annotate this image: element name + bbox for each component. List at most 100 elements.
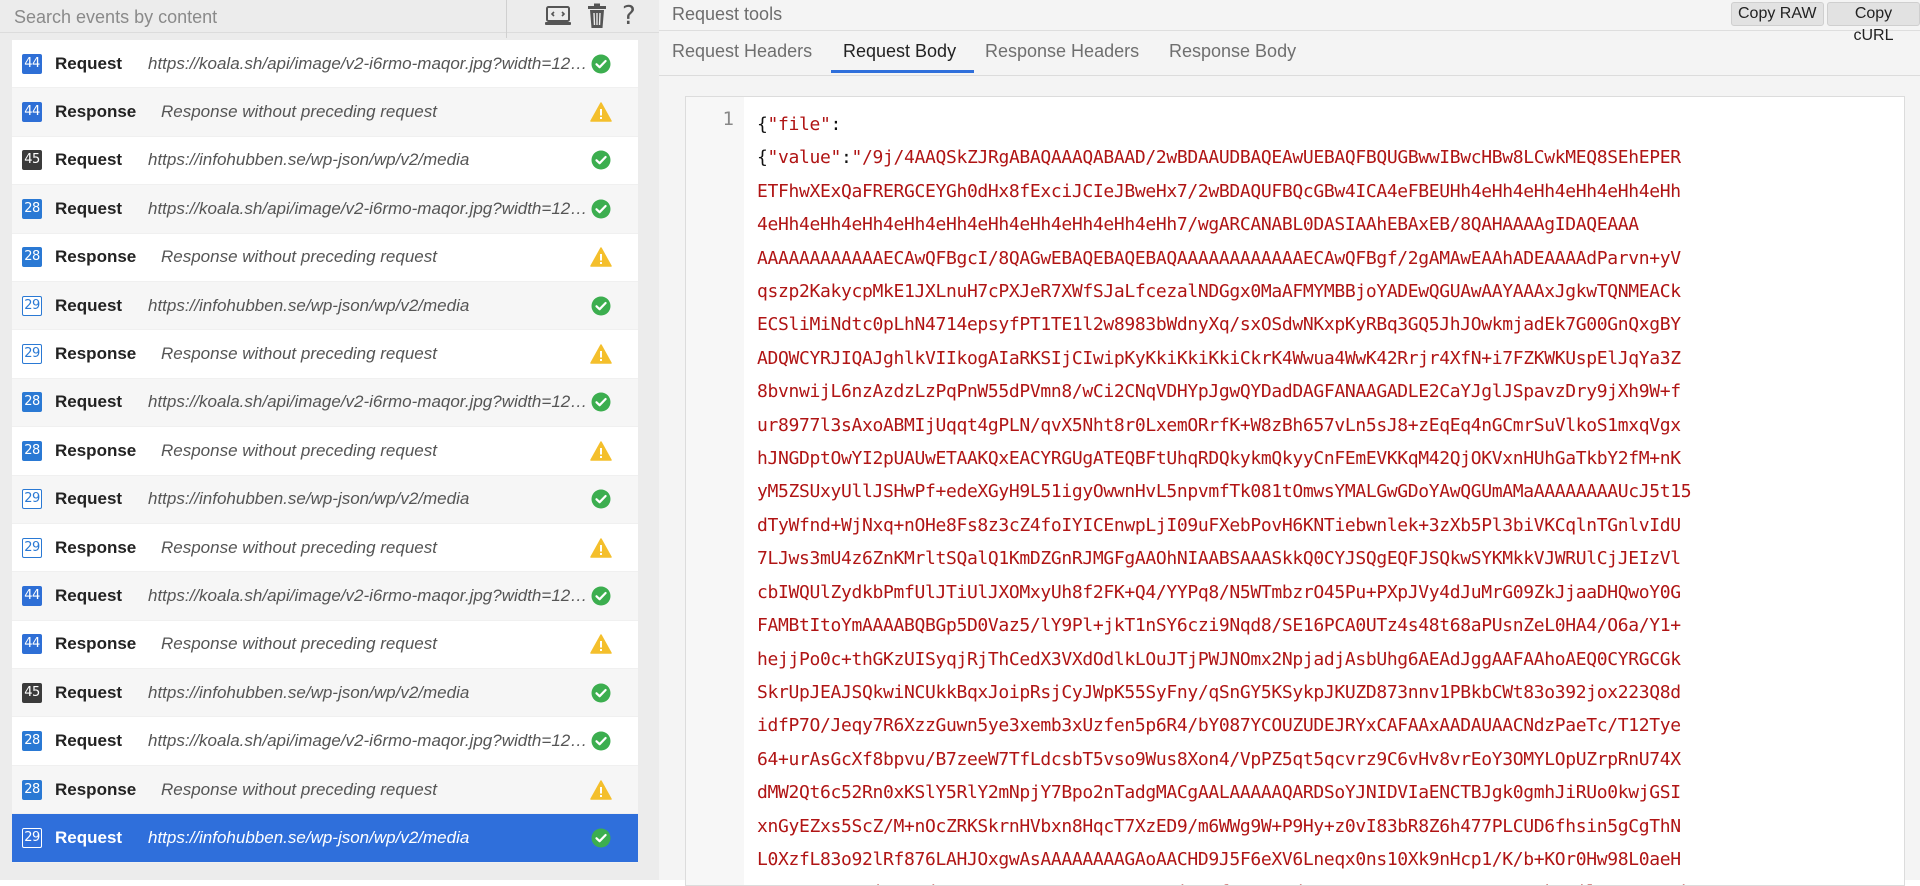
warning-icon: [590, 246, 612, 268]
screen-icon[interactable]: [544, 3, 572, 29]
code-line: dTyWfnd+WjNxq+nOHe8Fs8z3cZ4foIYICEnwpLjI…: [757, 514, 1681, 536]
event-type-label: Request: [55, 150, 123, 170]
event-type-label: Request: [55, 489, 123, 509]
event-row[interactable]: 29 Request https://infohubben.se/wp-json/w…: [12, 475, 638, 524]
json-string-value: "/9j/4AAQSkZJRgABAQAAAQABAAD/2wBDAAUDBAQ…: [851, 147, 1681, 169]
event-id-badge: 28: [22, 392, 42, 413]
event-type-label: Request: [55, 295, 123, 315]
tab-request-body[interactable]: Request Body: [843, 41, 956, 62]
event-type-label: Response: [55, 440, 137, 460]
event-id-badge: 29: [22, 827, 42, 848]
line-number: 1: [722, 108, 734, 130]
event-type-label: Request: [55, 827, 123, 847]
event-id-badge: 29: [22, 537, 42, 558]
warning-icon: [590, 537, 612, 559]
event-row[interactable]: 28 Request https://koala.sh/api/image/v2-i…: [12, 185, 638, 234]
warning-icon: [590, 101, 612, 123]
event-type-label: Response: [55, 344, 137, 364]
code-line: {"file":: [757, 114, 841, 135]
copy-raw-button[interactable]: Copy RAW: [1731, 2, 1824, 26]
code-line: AAAAAAAAAAAAECAwQFBgcI/8QAGwEBAQEBAQEBAQ…: [757, 247, 1681, 269]
event-url: https://koala.sh/api/image/v2-i6rmo-maqo…: [148, 392, 596, 412]
success-check-icon: [590, 295, 612, 317]
copy-curl-button[interactable]: Copy cURL: [1827, 2, 1920, 44]
event-row[interactable]: 29 Response Response without preceding req…: [12, 523, 638, 573]
event-row[interactable]: 44 Response Response without preceding req…: [12, 88, 638, 137]
success-check-icon: [590, 488, 612, 510]
success-check-icon: [590, 827, 612, 849]
event-row[interactable]: 45 Request https://infohubben.se/wp-json/w…: [12, 669, 638, 718]
event-row[interactable]: 44 Response Response without preceding req…: [12, 620, 638, 670]
event-row[interactable]: 28 Response Response without preceding req…: [12, 765, 638, 815]
event-id-badge: 45: [22, 150, 42, 171]
event-id-badge: 44: [22, 634, 42, 655]
code-line: 4eHh4eHh4eHh4eHh4eHh4eHh4eHh4eHh4eHh4eHh…: [757, 214, 1639, 236]
event-id-badge: 29: [22, 295, 42, 316]
code-line: yM5ZSUxyUllJSHwPf+edeXGyH9L51igyOwwnHvL5…: [757, 481, 1692, 503]
event-row[interactable]: 29 Request https://infohubben.se/wp-json/w…: [12, 814, 638, 863]
editor-gutter: 1: [686, 97, 744, 885]
event-url: https://infohubben.se/wp-json/wp/v2/medi…: [148, 489, 470, 509]
event-type-label: Response: [55, 634, 137, 654]
event-row[interactable]: 45 Request https://infohubben.se/wp-json/w…: [12, 136, 638, 186]
event-row[interactable]: 28 Response Response without preceding req…: [12, 427, 638, 476]
tab-response-body[interactable]: Response Body: [1169, 41, 1296, 62]
event-type-label: Request: [55, 53, 123, 73]
code-line: FAMBtItoYmAAAABQBGp5D0Vaz5/lY9Pl+jkT1nSY…: [757, 615, 1681, 637]
request-body-code[interactable]: {"file": {"value":"/9j/4AAQSkZJRgABAQAAA…: [757, 108, 1897, 885]
event-row[interactable]: 29 Request https://infohubben.se/wp-json/w…: [12, 281, 638, 331]
warning-icon: [590, 343, 612, 365]
event-message: Response without preceding request: [161, 102, 437, 122]
event-url: https://koala.sh/api/image/v2-i6rmo-maqo…: [148, 198, 596, 218]
tab-response-headers[interactable]: Response Headers: [985, 41, 1139, 62]
code-line: 7LJws3mU4z6ZnKMrltSQalQ1KmDZGnRJMGFgAAOh…: [757, 548, 1681, 570]
success-check-icon: [590, 730, 612, 752]
warning-icon: [590, 779, 612, 801]
event-type-label: Response: [55, 537, 137, 557]
code-line: cbIWQUlZydkbPmfUlJTiUlJXOMxyUh8f2FK+Q4/Y…: [757, 581, 1681, 603]
event-row[interactable]: 28 Request https://koala.sh/api/image/v2-i…: [12, 717, 638, 766]
warning-icon: [590, 440, 612, 462]
event-id-badge: 44: [22, 53, 42, 74]
event-row[interactable]: 29 Response Response without preceding req…: [12, 330, 638, 379]
event-row[interactable]: 44 Request https://koala.sh/api/image/v2-i…: [12, 572, 638, 621]
code-line: L0XzfL83o92lRf876LAHJOxgwAsAAAAAAAAGAoAA…: [757, 848, 1681, 870]
event-row[interactable]: 44 Request https://koala.sh/api/image/v2-i…: [12, 40, 638, 89]
trash-icon[interactable]: [586, 3, 608, 29]
code-line: qszp2KakycpMkE1JXLnuH7cPXJeR7XWfSJaLfcez…: [757, 281, 1681, 303]
search-bar: ?: [0, 0, 660, 38]
event-id-badge: 28: [22, 247, 42, 268]
json-key: "file": [767, 114, 831, 135]
success-check-icon: [590, 391, 612, 413]
code-line: hejjPo0c+thGKzUISyqjRjThCedX3VXdOdlkLOuJ…: [757, 648, 1681, 670]
event-type-label: Request: [55, 731, 123, 751]
tools-header: Request tools Copy RAW Copy cURL: [659, 0, 1920, 44]
success-check-icon: [590, 682, 612, 704]
events-list: 44 Request https://koala.sh/api/image/v2-i…: [12, 40, 638, 863]
code-line: ur8977l3sAxoABMIjUqqt4gPLN/qvX5Nht8r0Lxe…: [757, 414, 1681, 436]
event-url: https://koala.sh/api/image/v2-i6rmo-maqo…: [148, 53, 596, 73]
event-row[interactable]: 28 Response Response without preceding req…: [12, 233, 638, 282]
search-input[interactable]: [12, 3, 506, 31]
events-pane: ? 44 Request https://koala.sh/api/image/v2…: [0, 0, 661, 880]
help-icon[interactable]: ?: [622, 3, 636, 29]
event-id-badge: 45: [22, 682, 42, 703]
tools-title: Request tools: [672, 4, 783, 24]
success-check-icon: [590, 198, 612, 220]
code-line: ECSliMiNdtc0pLhN4714epsyfPT1TE1l2w8983bW…: [757, 314, 1681, 336]
event-url: https://infohubben.se/wp-json/wp/v2/medi…: [148, 827, 470, 847]
event-message: Response without preceding request: [161, 537, 437, 557]
code-line: ADQWCYRJIQAJghlkVIIkogAIaRKSIjCIwipKyKki…: [757, 347, 1681, 369]
event-message: Response without preceding request: [161, 440, 437, 460]
event-url: https://infohubben.se/wp-json/wp/v2/medi…: [148, 682, 470, 702]
code-line: 8v3W+MU6n6PiyJ03duOw9B5H1Tzery/wBO8o7HOu…: [757, 882, 1702, 885]
code-editor[interactable]: 1 {"file": {"value":"/9j/4AAQSkZJRgABAQA…: [685, 96, 1905, 886]
event-type-label: Response: [55, 102, 137, 122]
code-line: ETFhwXExQaFRERGCEYGh0dHx8fExciJCIeJBweHx…: [757, 180, 1681, 202]
tab-request-headers[interactable]: Request Headers: [672, 41, 812, 62]
event-row[interactable]: 28 Request https://koala.sh/api/image/v2-i…: [12, 378, 638, 428]
event-id-badge: 44: [22, 102, 42, 123]
event-type-label: Request: [55, 585, 123, 605]
request-tools-pane: Request tools Copy RAW Copy cURL Request…: [659, 0, 1920, 886]
code-line: 8bvnwijL6nzAzdzLzPqPnW55dPVmn8/wCi2CNqVD…: [757, 381, 1681, 403]
